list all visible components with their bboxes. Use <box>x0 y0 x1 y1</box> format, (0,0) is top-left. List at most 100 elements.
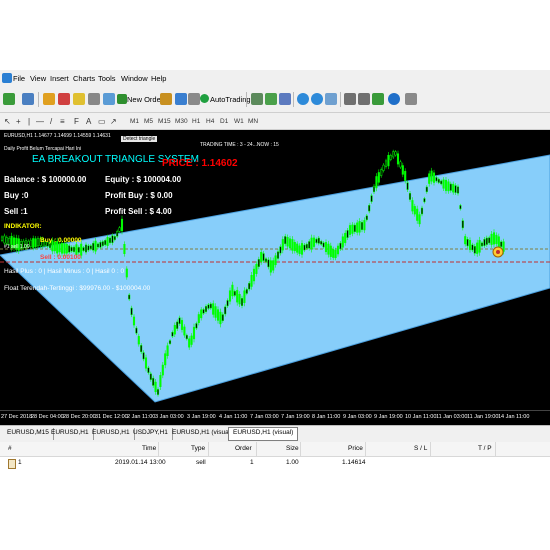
candle-body <box>471 244 474 251</box>
candle-body <box>423 198 426 203</box>
trendline-icon[interactable]: / <box>50 117 52 126</box>
x-tick: 10 Jan 11:00 <box>405 414 437 420</box>
text-icon[interactable]: A <box>86 117 91 126</box>
app-icon[interactable] <box>2 73 12 83</box>
col-tp[interactable]: T / P <box>478 445 492 452</box>
timeframe-d1[interactable]: D1 <box>220 118 228 125</box>
menu-file[interactable]: File <box>13 74 25 83</box>
candle-body <box>332 249 335 258</box>
autoscroll-icon[interactable] <box>358 93 370 105</box>
timeframe-w1[interactable]: W1 <box>234 118 244 125</box>
menu-insert[interactable]: Insert <box>50 74 69 83</box>
label-icon[interactable]: ▭ <box>98 117 106 126</box>
timeframe-mn[interactable]: MN <box>248 118 258 125</box>
signals-icon[interactable] <box>188 93 200 105</box>
candle-body <box>255 264 258 274</box>
line-chart-icon[interactable] <box>279 93 291 105</box>
timeframe-m5[interactable]: M5 <box>144 118 153 125</box>
periods-icon[interactable] <box>388 93 400 105</box>
autotrading-button[interactable]: AutoTrading <box>210 95 251 104</box>
timeframe-m15[interactable]: M15 <box>158 118 171 125</box>
tile-windows-icon[interactable] <box>325 93 337 105</box>
candle-body <box>293 242 296 252</box>
candle-body <box>396 153 400 165</box>
col-size[interactable]: Size <box>286 445 299 452</box>
new-chart-icon[interactable] <box>3 93 15 105</box>
candle-body <box>243 290 246 303</box>
balance-text: Balance : $ 100000.00 <box>4 175 87 184</box>
candle-body <box>200 309 203 319</box>
metaeditor-icon[interactable] <box>160 93 172 105</box>
new-order-icon[interactable] <box>117 94 127 104</box>
tab-usdjpy-h1[interactable]: USDJPY,H1 <box>129 428 173 440</box>
toolbar: New Order AutoTrading <box>0 88 550 113</box>
options-icon[interactable] <box>175 93 187 105</box>
indicators-icon[interactable] <box>372 93 384 105</box>
candle-body <box>286 237 289 247</box>
autotrading-icon[interactable] <box>200 94 209 103</box>
x-tick: 9 Jan 19:00 <box>374 414 403 420</box>
menu-tools[interactable]: Tools <box>98 74 116 83</box>
menu-view[interactable]: View <box>30 74 46 83</box>
new-order-button[interactable]: New Order <box>127 95 163 104</box>
candle-body <box>440 180 443 185</box>
timeframe-h4[interactable]: H4 <box>206 118 214 125</box>
col-time[interactable]: Time <box>142 445 156 452</box>
navigator-icon[interactable] <box>73 93 85 105</box>
equity-text: Equity : $ 100004.00 <box>105 175 182 184</box>
col-type[interactable]: Type <box>191 445 205 452</box>
arrows-icon[interactable]: ↗ <box>110 117 117 126</box>
col-order[interactable]: Order <box>235 445 252 452</box>
timeframe-h1[interactable]: H1 <box>192 118 200 125</box>
price-chart[interactable]: EURUSD,H1 1.14677 1.14699 1.14559 1.1463… <box>0 130 550 410</box>
candle-body <box>382 164 385 171</box>
candle-body <box>360 222 364 230</box>
col-sl[interactable]: S / L <box>414 445 427 452</box>
chart-shift-icon[interactable] <box>344 93 356 105</box>
channel-icon[interactable]: ≡ <box>60 117 65 126</box>
symbol-info: EURUSD,H1 1.14677 1.14699 1.14559 1.1463… <box>4 133 111 139</box>
candle-body <box>207 304 210 309</box>
candle-body <box>368 205 371 212</box>
tab-eurusd-h1-visual-active[interactable]: EURUSD,H1 (visual) <box>228 427 299 441</box>
menu-help[interactable]: Help <box>151 74 166 83</box>
zoom-in-icon[interactable] <box>297 93 309 105</box>
candlesticks-icon[interactable] <box>265 93 277 105</box>
zoom-out-icon[interactable] <box>311 93 323 105</box>
horizontal-line-icon[interactable]: — <box>36 117 44 126</box>
candle-body <box>444 179 448 191</box>
fibonacci-icon[interactable]: F <box>74 117 79 126</box>
detect-triangle-button[interactable]: Detect triangle <box>121 136 158 142</box>
templates-icon[interactable] <box>405 93 417 105</box>
table-row[interactable]: 1 2019.01.14 13:00 sell 1 1.00 1.14614 <box>0 457 550 470</box>
candle-body <box>96 243 100 248</box>
tab-eurusd-h1-visual[interactable]: EURUSD,H1 (visual) <box>168 428 238 440</box>
terminal-icon[interactable] <box>88 93 100 105</box>
candle-body <box>454 185 457 193</box>
profiles-icon[interactable] <box>22 93 34 105</box>
candle-body <box>118 227 121 232</box>
candle-body <box>224 306 227 315</box>
vertical-line-icon[interactable]: | <box>28 117 30 126</box>
strategy-tester-icon[interactable] <box>103 93 115 105</box>
breakout-triangle <box>0 154 550 403</box>
col-price[interactable]: Price <box>348 445 363 452</box>
candle-body <box>468 240 472 250</box>
timeframe-m30[interactable]: M30 <box>175 118 188 125</box>
candle-body <box>77 247 80 253</box>
candle-body <box>209 303 212 309</box>
candle-body <box>401 165 404 175</box>
menu-charts[interactable]: Charts <box>73 74 95 83</box>
col-id[interactable]: # <box>8 445 12 452</box>
menu-window[interactable]: Window <box>121 74 148 83</box>
tab-eurusd-h1-2[interactable]: EURUSD,H1 <box>88 428 135 440</box>
crosshair-icon[interactable]: + <box>16 117 21 126</box>
candle-body <box>120 218 124 232</box>
bar-chart-icon[interactable] <box>251 93 263 105</box>
timeframe-m1[interactable]: M1 <box>130 118 139 125</box>
tab-eurusd-h1[interactable]: EURUSD,H1 <box>47 428 94 440</box>
data-window-icon[interactable] <box>58 93 70 105</box>
market-watch-icon[interactable] <box>43 93 55 105</box>
cursor-icon[interactable]: ↖ <box>4 117 11 126</box>
candle-body <box>132 316 136 326</box>
